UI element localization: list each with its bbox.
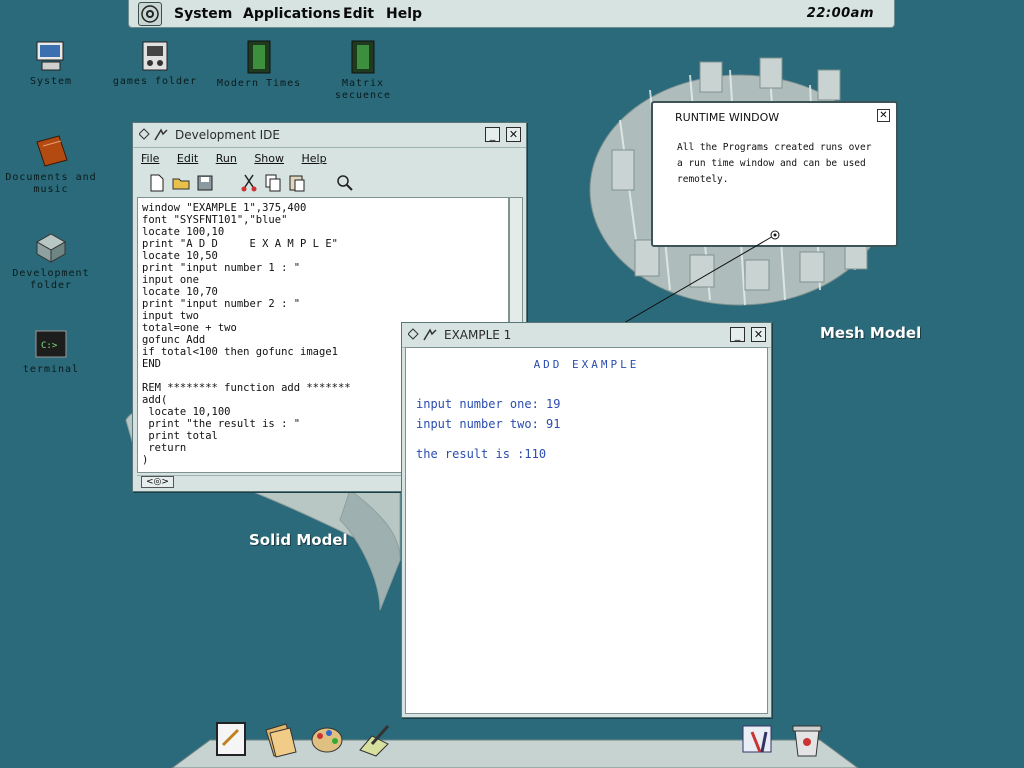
- paint-palette-icon[interactable]: [311, 727, 343, 753]
- tools-icon[interactable]: [742, 725, 772, 753]
- dock: [171, 722, 859, 768]
- trash-icon[interactable]: [792, 725, 822, 757]
- notepad-icon[interactable]: [216, 722, 246, 756]
